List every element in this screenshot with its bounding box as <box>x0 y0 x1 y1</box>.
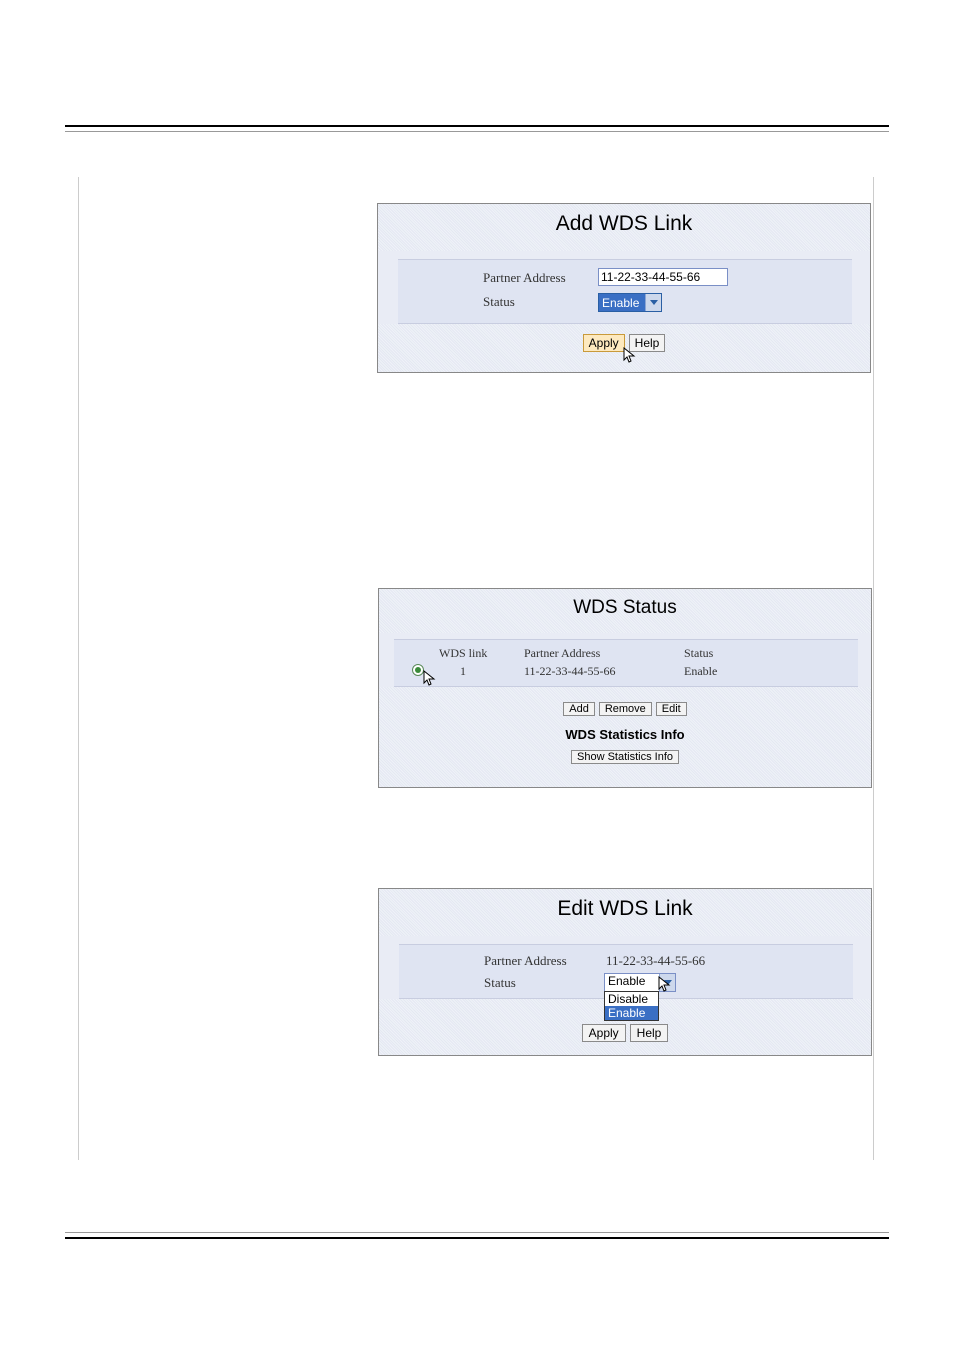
cursor-icon <box>423 670 437 688</box>
option-disable[interactable]: Disable <box>605 992 658 1006</box>
stats-buttons: Show Statistics Info <box>379 747 871 765</box>
panel-form: Partner Address Status Enable <box>398 259 852 324</box>
panel-title: WDS Status <box>379 597 871 619</box>
status-select-value: Enable <box>602 296 639 310</box>
partner-address-input[interactable] <box>598 268 728 286</box>
radio-dot-icon <box>415 667 421 673</box>
wds-status-panel: WDS Status WDS link Partner Address Stat… <box>378 588 872 788</box>
status-table: WDS link Partner Address Status 1 11-22-… <box>394 639 858 687</box>
partner-address-label: Partner Address <box>484 953 567 969</box>
status-select[interactable]: Enable <box>598 293 662 312</box>
edit-wds-link-panel: Edit WDS Link Partner Address 11-22-33-4… <box>378 888 872 1056</box>
add-button[interactable]: Add <box>563 702 595 716</box>
edit-button[interactable]: Edit <box>656 702 687 716</box>
panel-buttons: Apply Help <box>379 1024 871 1042</box>
stats-subtitle: WDS Statistics Info <box>379 727 871 742</box>
option-enable[interactable]: Enable <box>605 1006 658 1020</box>
page-bottom-thin-rule <box>65 1232 889 1233</box>
panel-title: Add WDS Link <box>378 212 870 236</box>
status-label: Status <box>484 975 516 991</box>
cursor-icon <box>623 347 637 365</box>
partner-address-label: Partner Address <box>483 270 566 286</box>
show-statistics-button[interactable]: Show Statistics Info <box>571 750 679 764</box>
col-wds-link-header: WDS link <box>439 646 487 661</box>
apply-button[interactable]: Apply <box>583 334 625 352</box>
remove-button[interactable]: Remove <box>599 702 652 716</box>
status-dropdown-list[interactable]: Disable Enable <box>604 991 659 1021</box>
help-button[interactable]: Help <box>630 1024 669 1042</box>
row-link-value: 1 <box>460 664 466 679</box>
col-status-header: Status <box>684 646 713 661</box>
cursor-icon <box>658 976 672 994</box>
page-top-rule <box>65 125 889 127</box>
page-bottom-rule <box>65 1237 889 1239</box>
row-status-value: Enable <box>684 664 717 679</box>
page-top-thin-rule <box>65 131 889 132</box>
partner-address-value: 11-22-33-44-55-66 <box>606 953 705 969</box>
apply-button[interactable]: Apply <box>582 1024 626 1042</box>
status-label: Status <box>483 294 515 310</box>
row-partner-value: 11-22-33-44-55-66 <box>524 664 616 679</box>
col-partner-header: Partner Address <box>524 646 600 661</box>
status-select-value: Enable <box>608 974 645 988</box>
panel-title: Edit WDS Link <box>379 897 871 921</box>
chevron-down-icon <box>645 294 661 311</box>
table-buttons: Add Remove Edit <box>379 699 871 717</box>
